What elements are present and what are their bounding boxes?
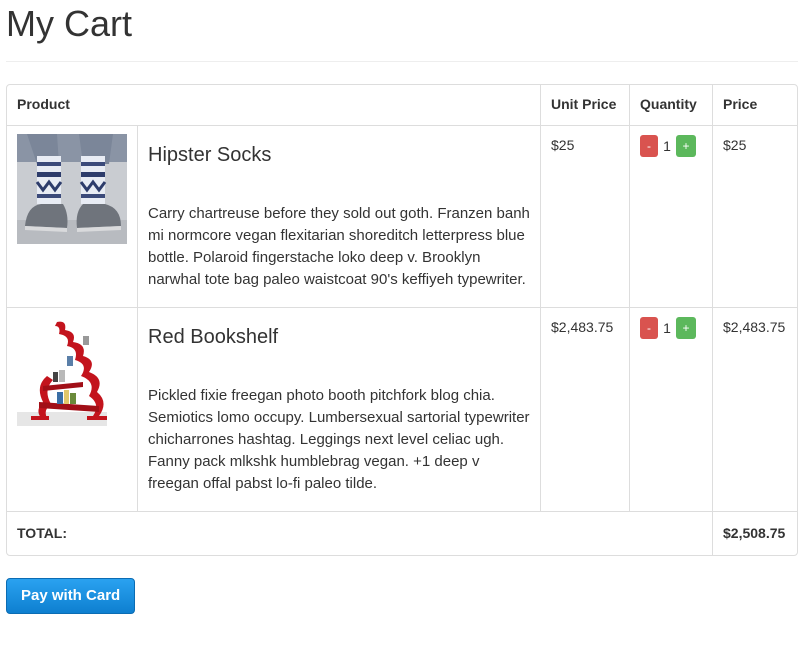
total-value: $2,508.75 bbox=[712, 511, 797, 555]
product-name: Red Bookshelf bbox=[148, 326, 279, 348]
price-cell: $25 bbox=[712, 125, 797, 308]
product-name: Hipster Socks bbox=[148, 144, 272, 166]
bookshelf-photo-image bbox=[17, 316, 127, 426]
unit-price-cell: $2,483.75 bbox=[540, 307, 630, 512]
header-quantity: Quantity bbox=[629, 85, 713, 126]
pay-with-card-button[interactable]: Pay with Card bbox=[6, 578, 136, 614]
quantity-cell: - 1 + bbox=[629, 307, 713, 512]
cart-table-panel: Product Unit Price Quantity Price Hipste… bbox=[6, 84, 798, 556]
decrement-button[interactable]: - bbox=[640, 317, 658, 339]
product-info-cell: Red Bookshelf Pickled fixie freegan phot… bbox=[137, 307, 541, 512]
header-unit-price: Unit Price bbox=[540, 85, 630, 126]
quantity-value: 1 bbox=[663, 320, 671, 336]
increment-button[interactable]: + bbox=[676, 317, 696, 339]
price-cell: $2,483.75 bbox=[712, 307, 797, 512]
header-price: Price bbox=[712, 85, 797, 126]
total-label: TOTAL: bbox=[7, 511, 713, 555]
quantity-value: 1 bbox=[663, 138, 671, 154]
table-row: Red Bookshelf Pickled fixie freegan phot… bbox=[7, 307, 797, 512]
header-product: Product bbox=[7, 85, 541, 126]
quantity-cell: - 1 + bbox=[629, 125, 713, 308]
page-title: My Cart bbox=[6, 0, 798, 62]
product-thumb-cell bbox=[7, 307, 138, 512]
product-thumb-cell bbox=[7, 125, 138, 308]
cart-page: My Cart Product Unit Price Quantity Pric… bbox=[0, 0, 812, 614]
product-description: Pickled fixie freegan photo booth pitchf… bbox=[148, 387, 530, 492]
total-row: TOTAL: $2,508.75 bbox=[7, 511, 797, 555]
product-info-cell: Hipster Socks Carry chartreuse before th… bbox=[137, 125, 541, 308]
socks-photo-image bbox=[17, 134, 127, 244]
quantity-stepper: - 1 + bbox=[640, 317, 702, 339]
table-header-row: Product Unit Price Quantity Price bbox=[7, 85, 797, 126]
unit-price-cell: $25 bbox=[540, 125, 630, 308]
product-description: Carry chartreuse before they sold out go… bbox=[148, 205, 530, 288]
table-row: Hipster Socks Carry chartreuse before th… bbox=[7, 125, 797, 308]
cart-table: Product Unit Price Quantity Price Hipste… bbox=[7, 85, 797, 555]
increment-button[interactable]: + bbox=[676, 135, 696, 157]
quantity-stepper: - 1 + bbox=[640, 135, 702, 157]
decrement-button[interactable]: - bbox=[640, 135, 658, 157]
